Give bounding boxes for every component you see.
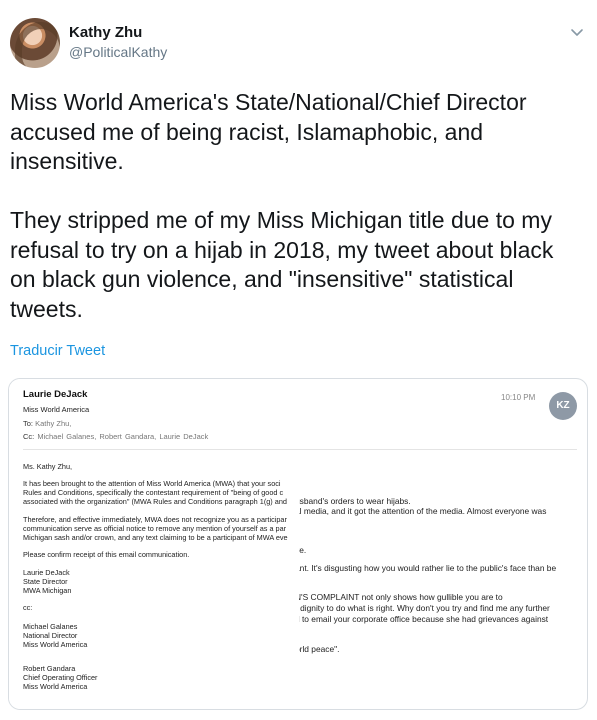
letter-line: communication serve as official notice t… xyxy=(23,524,287,533)
email-to-value: Kathy Zhu, xyxy=(35,419,72,428)
letter-line: Therefore, and effective immediately, MW… xyxy=(23,515,287,524)
letter-line: associated with the organization" (MWA R… xyxy=(23,497,287,506)
email-header-divider xyxy=(23,449,577,450)
letter-line: Please confirm receipt of this email com… xyxy=(23,550,190,559)
letter-line: State Director xyxy=(23,577,68,586)
chevron-down-icon[interactable] xyxy=(568,24,586,42)
letter-line: MWA Michigan xyxy=(23,586,72,595)
letter-line: Miss World America xyxy=(23,640,88,649)
letter-line: Michael Galanes xyxy=(23,622,78,631)
email-sender-org: Miss World America xyxy=(23,405,90,414)
email-reply-line: usband's orders to wear hijabs. xyxy=(295,496,411,506)
email-to-label: To: xyxy=(23,419,34,428)
letter-line: National Director xyxy=(23,631,78,640)
letter-line: It has been brought to the attention of … xyxy=(23,479,281,488)
author-handle[interactable]: @PoliticalKathy xyxy=(69,44,167,60)
letter-line: Laurie DeJack xyxy=(23,568,70,577)
tweet-card: Kathy Zhu @PoliticalKathy Miss World Ame… xyxy=(0,0,597,720)
letter-line: Miss World America xyxy=(23,682,88,691)
tweet-paragraph: They stripped me of my Miss Michigan tit… xyxy=(10,207,554,322)
letter-line: Rules and Conditions, specifically the c… xyxy=(23,488,284,497)
email-screenshot-image[interactable]: usband's orders to wear hijabs. al media… xyxy=(8,378,588,710)
avatar[interactable] xyxy=(10,18,60,68)
translate-tweet-link[interactable]: Traducir Tweet xyxy=(10,343,105,359)
email-cc-value: Michael Galanes, Robert Gandara, Laurie … xyxy=(37,432,209,441)
email-cc-label: Cc: xyxy=(23,432,35,441)
email-time: 10:10 PM xyxy=(501,393,536,402)
email-reply-line: d to email your corporate office because… xyxy=(295,614,549,624)
tweet-paragraph: Miss World America's State/National/Chie… xyxy=(10,89,527,174)
email-reply-line: ) dignity to do what is right. Why don't… xyxy=(295,603,550,613)
recipient-avatar: KZ xyxy=(549,392,577,420)
email-reply-line: orld peace". xyxy=(295,644,340,654)
email-to: To: Kathy Zhu, xyxy=(23,419,71,428)
letter-line: Michigan sash and/or crown, and any text… xyxy=(23,533,288,542)
tweet-text: Miss World America's State/National/Chie… xyxy=(10,88,580,324)
letter-line: cc: xyxy=(23,603,33,612)
email-reply-line: ant. It's disgusting how you would rathe… xyxy=(295,563,557,573)
letter-line: Ms. Kathy Zhu, xyxy=(23,462,73,471)
email-reply-line: al media, and it got the attention of th… xyxy=(295,506,547,516)
letter-line: Robert Gandara xyxy=(23,664,76,673)
email-letter-pane: Ms. Kathy Zhu, It has been brought to th… xyxy=(9,379,299,709)
author-name[interactable]: Kathy Zhu xyxy=(69,24,142,41)
email-reply-line: N'S COMPLAINT not only shows how gullibl… xyxy=(295,592,503,602)
letter-line: Chief Operating Officer xyxy=(23,673,98,682)
email-sender: Laurie DeJack xyxy=(23,389,88,400)
email-cc: Cc: Michael Galanes, Robert Gandara, Lau… xyxy=(23,432,208,441)
